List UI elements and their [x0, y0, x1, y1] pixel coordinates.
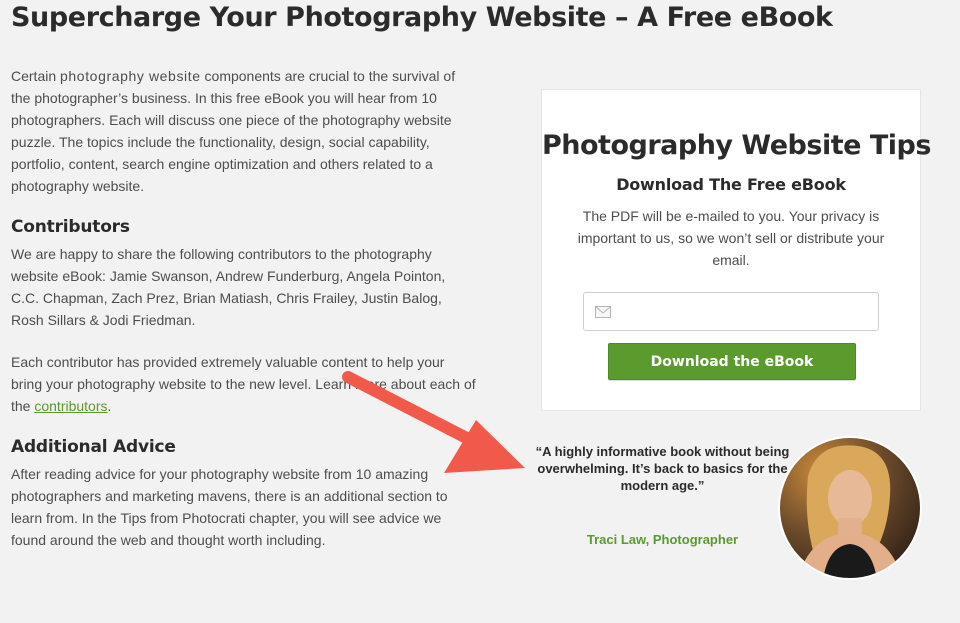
email-input[interactable]	[620, 293, 874, 332]
intro-text-start: Certain	[11, 68, 61, 84]
page-title: Supercharge Your Photography Website – A…	[11, 2, 833, 33]
ebook-signup-form: Photography Website Tips Download The Fr…	[541, 89, 931, 411]
download-ebook-button[interactable]: Download the eBook	[608, 343, 856, 380]
contributors-link[interactable]: contributors	[34, 398, 107, 414]
email-field[interactable]	[583, 292, 879, 332]
intro-highlight: photography website	[60, 68, 201, 84]
contributors-more-end: .	[107, 398, 112, 414]
testimonial-author: Traci Law, Photographer	[586, 532, 739, 547]
form-description: The PDF will be e-mailed to you. Your pr…	[577, 208, 885, 268]
avatar	[778, 436, 922, 580]
intro-text-end: components are crucial to the survival o…	[11, 68, 456, 194]
envelope-icon	[595, 306, 611, 318]
form-title: Photography Website Tips	[542, 130, 931, 161]
contributors-paragraph: We are happy to share the following cont…	[11, 246, 446, 328]
intro-paragraph: Certain photography website components a…	[11, 65, 476, 197]
contributors-heading: Contributors	[11, 217, 130, 237]
form-subtitle: Download The Free eBook	[616, 175, 846, 194]
arrow-annotation	[342, 371, 525, 473]
testimonial-quote: “A highly informative book without being…	[535, 444, 790, 493]
